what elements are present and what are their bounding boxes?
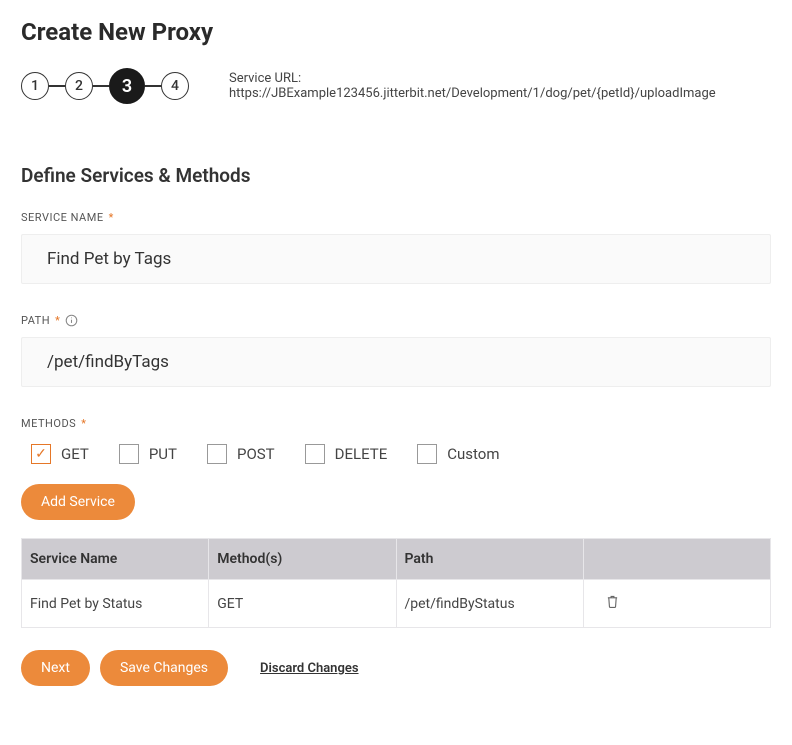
footer-actions: Next Save Changes Discard Changes	[21, 650, 771, 686]
methods-label: METHODS *	[21, 417, 771, 430]
method-checkbox-put[interactable]: PUT	[119, 444, 177, 464]
section-title: Define Services & Methods	[21, 164, 771, 187]
step-1[interactable]: 1	[21, 72, 49, 100]
method-checkbox-custom[interactable]: Custom	[417, 444, 499, 464]
method-checkbox-delete[interactable]: DELETE	[305, 444, 388, 464]
save-changes-button[interactable]: Save Changes	[100, 650, 228, 686]
th-actions	[583, 539, 770, 580]
step-connector	[49, 85, 65, 87]
step-3[interactable]: 3	[109, 68, 145, 104]
header-row: 1 2 3 4 Service URL: https://JBExample12…	[21, 68, 771, 104]
method-checkbox-get[interactable]: ✓ GET	[31, 444, 89, 464]
path-label-text: PATH	[21, 314, 50, 327]
required-star: *	[109, 211, 114, 224]
checkbox-box[interactable]	[305, 444, 325, 464]
checkbox-label: POST	[237, 445, 275, 463]
wizard-stepper: 1 2 3 4	[21, 68, 189, 104]
discard-changes-link[interactable]: Discard Changes	[260, 661, 358, 676]
path-input[interactable]	[21, 337, 771, 387]
check-icon: ✓	[35, 447, 47, 461]
info-icon[interactable]	[65, 314, 78, 327]
th-methods: Method(s)	[209, 539, 396, 580]
checkbox-box[interactable]	[417, 444, 437, 464]
add-service-button[interactable]: Add Service	[21, 484, 135, 520]
checkbox-box[interactable]	[207, 444, 227, 464]
checkbox-label: DELETE	[335, 445, 388, 463]
service-name-label: SERVICE NAME *	[21, 211, 771, 224]
checkbox-label: PUT	[149, 445, 177, 463]
service-name-input[interactable]	[21, 234, 771, 284]
next-button[interactable]: Next	[21, 650, 90, 686]
th-path: Path	[396, 539, 583, 580]
checkbox-box[interactable]	[119, 444, 139, 464]
required-star: *	[55, 314, 60, 327]
path-group: PATH *	[21, 314, 771, 387]
services-table: Service Name Method(s) Path Find Pet by …	[21, 538, 771, 628]
step-connector	[145, 85, 161, 87]
service-name-group: SERVICE NAME *	[21, 211, 771, 284]
cell-path: /pet/findByStatus	[396, 580, 583, 628]
service-url-value: https://JBExample123456.jitterbit.net/De…	[229, 86, 716, 101]
trash-icon[interactable]	[592, 597, 619, 613]
service-url-label: Service URL:	[229, 71, 301, 86]
service-name-label-text: SERVICE NAME	[21, 211, 104, 224]
required-star: *	[81, 417, 86, 430]
methods-group: METHODS * ✓ GET PUT POST DELETE Custom	[21, 417, 771, 464]
path-label: PATH *	[21, 314, 771, 327]
cell-actions	[583, 580, 770, 628]
checkbox-box[interactable]: ✓	[31, 444, 51, 464]
step-4[interactable]: 4	[161, 72, 189, 100]
th-service-name: Service Name	[22, 539, 209, 580]
cell-service-name: Find Pet by Status	[22, 580, 209, 628]
service-url-display: Service URL: https://JBExample123456.jit…	[229, 71, 771, 101]
table-row: Find Pet by Status GET /pet/findByStatus	[22, 580, 771, 628]
methods-label-text: METHODS	[21, 417, 76, 430]
step-2[interactable]: 2	[65, 72, 93, 100]
cell-methods: GET	[209, 580, 396, 628]
checkbox-label: Custom	[447, 445, 499, 463]
table-header-row: Service Name Method(s) Path	[22, 539, 771, 580]
checkbox-label: GET	[61, 445, 89, 463]
method-checkbox-post[interactable]: POST	[207, 444, 275, 464]
page-title: Create New Proxy	[21, 18, 771, 46]
methods-row: ✓ GET PUT POST DELETE Custom	[31, 444, 771, 464]
step-connector	[93, 85, 109, 87]
